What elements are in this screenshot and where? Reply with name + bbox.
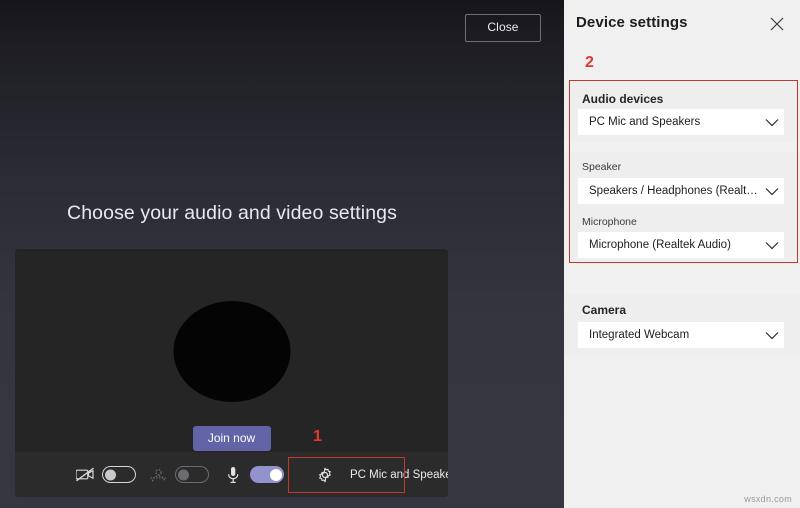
- chevron-down-icon: [761, 331, 783, 340]
- microphone-select[interactable]: Microphone (Realtek Audio): [578, 232, 784, 258]
- background-blur-control: [148, 465, 209, 485]
- page-title: Choose your audio and video settings: [67, 202, 397, 224]
- panel-title: Device settings: [576, 14, 688, 31]
- meeting-stage: Close Choose your audio and video settin…: [0, 0, 564, 508]
- microphone-label: Microphone: [582, 216, 637, 228]
- avatar: [173, 301, 290, 402]
- audio-devices-select[interactable]: PC Mic and Speakers: [578, 109, 784, 135]
- microphone-control: [223, 465, 284, 485]
- video-preview: Join now PC Mic and Speak: [15, 249, 448, 497]
- chevron-down-icon: [761, 118, 783, 127]
- gear-icon: [315, 465, 335, 485]
- annotation-marker-1: 1: [313, 428, 322, 445]
- preview-top-edge: [15, 249, 448, 252]
- chevron-down-icon: [761, 241, 783, 250]
- microphone-value: Microphone (Realtek Audio): [589, 239, 731, 251]
- close-icon[interactable]: [768, 15, 786, 33]
- camera-off-icon: [75, 465, 95, 485]
- camera-control: [75, 465, 136, 485]
- teams-prejoin-screen: Close Choose your audio and video settin…: [0, 0, 800, 508]
- background-blur-icon: [148, 465, 168, 485]
- panel-header: Device settings: [564, 0, 800, 48]
- preview-control-bar: PC Mic and Speakers: [15, 452, 448, 497]
- audio-devices-value: PC Mic and Speakers: [589, 116, 701, 128]
- chevron-down-icon: [761, 187, 783, 196]
- camera-toggle[interactable]: [102, 466, 136, 483]
- camera-value: Integrated Webcam: [589, 329, 690, 341]
- speaker-select[interactable]: Speakers / Headphones (Realtek Aud...: [578, 178, 784, 204]
- speaker-label: Speaker: [582, 161, 622, 173]
- device-settings-panel: Device settings Audio devices PC Mic and…: [564, 0, 800, 508]
- watermark: wsxdn.com: [744, 494, 792, 504]
- microphone-icon: [223, 465, 243, 485]
- speaker-value: Speakers / Headphones (Realtek Aud...: [589, 185, 761, 197]
- camera-select[interactable]: Integrated Webcam: [578, 322, 784, 348]
- join-now-button[interactable]: Join now: [192, 426, 271, 451]
- camera-label: Camera: [582, 303, 627, 317]
- annotation-marker-2: 2: [585, 54, 594, 71]
- device-settings-chip[interactable]: PC Mic and Speakers: [307, 460, 448, 490]
- microphone-toggle[interactable]: [250, 466, 284, 483]
- device-chip-label: PC Mic and Speakers: [350, 468, 448, 481]
- background-blur-toggle[interactable]: [175, 466, 209, 483]
- audio-devices-label: Audio devices: [582, 92, 664, 106]
- close-button[interactable]: Close: [465, 14, 541, 42]
